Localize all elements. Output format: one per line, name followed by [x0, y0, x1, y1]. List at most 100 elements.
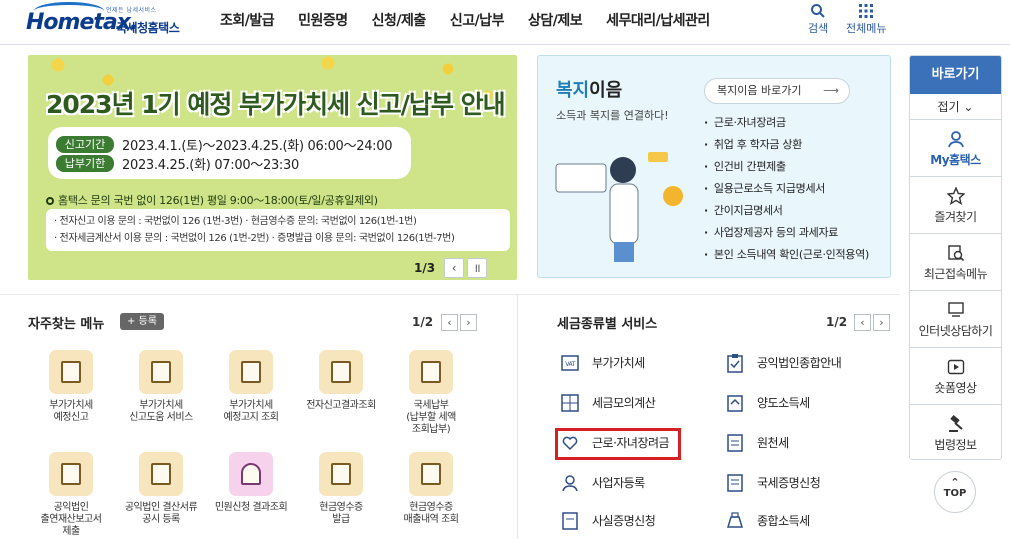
search-button[interactable]: 검색 — [808, 3, 828, 36]
tax-services-next-button[interactable]: › — [873, 314, 890, 331]
vat-icon: VAT — [561, 355, 579, 371]
banner-page-indicator: 1/3 — [414, 261, 436, 275]
welfare-item[interactable]: 일용근로소득 지급명세서 — [704, 178, 869, 200]
due-label: 납부기한 — [56, 155, 114, 172]
search-icon — [811, 4, 825, 18]
fav-item-vat-preliminary[interactable]: 부가가치세 예정신고 — [28, 350, 114, 424]
document-icon — [562, 512, 578, 530]
svg-text:VAT: VAT — [565, 361, 575, 368]
certificate-icon — [727, 474, 743, 492]
svc-income-tax[interactable]: 종합소득세 — [725, 510, 885, 532]
nav-item-filing[interactable]: 신고/납부 — [450, 10, 505, 30]
welfare-item[interactable]: 근로·자녀장려금 — [704, 112, 869, 134]
welfare-item[interactable]: 본인 소득내역 확인(근로·인적용역) — [704, 244, 869, 266]
user-icon — [947, 131, 964, 148]
banner-contact-box: · 전자신고 이용 문의 : 국번없이 126 (1번-3번) · 현금영수증 … — [46, 209, 510, 251]
grid-icon — [859, 4, 874, 18]
banner-prev-button[interactable]: ‹ — [444, 258, 465, 278]
receipt-icon — [409, 452, 453, 496]
main-nav: 조회/발급 민원증명 신청/제출 신고/납부 상담/제보 세무대리/납세관리 — [220, 10, 734, 30]
tax-services-prev-button[interactable]: ‹ — [854, 314, 871, 331]
svc-withholding-tax[interactable]: 원천세 — [725, 432, 885, 454]
welfare-item[interactable]: 간이지급명세서 — [704, 200, 869, 222]
tax-services-title: 세금종류별 서비스 — [557, 317, 658, 332]
welfare-item[interactable]: 인건비 간편제출 — [704, 156, 869, 178]
top-button[interactable]: ⌃ TOP — [934, 471, 976, 513]
svc-public-corp[interactable]: 공익법인종합안내 — [725, 352, 885, 374]
svc-tax-certificate[interactable]: 국세증명신청 — [725, 472, 885, 494]
quick-menu: 바로가기 접기 ⌄ My홈택스 즐겨찾기 최근접속메뉴 인터넷상담하기 숏폼영상… — [909, 55, 1002, 460]
document-icon — [139, 350, 183, 394]
quick-item-favorites[interactable]: 즐겨찾기 — [910, 177, 1001, 234]
fav-item-tax-payment[interactable]: 국세납부 (납부할 세액 조회납부) — [388, 350, 474, 436]
quick-item-law[interactable]: 법령정보 — [910, 405, 1001, 462]
house-document-icon — [727, 395, 743, 412]
welfare-go-button[interactable]: 복지이음 바로가기 ⟶ — [704, 78, 850, 104]
banner-title: 2023년 1기 예정 부가가치세 신고/납부 안내 — [46, 90, 506, 119]
quick-item-my-hometax[interactable]: My홈택스 — [910, 120, 1001, 177]
favorites-title: 자주찾는 메뉴 — [28, 317, 105, 332]
highlight-box — [555, 428, 681, 460]
column-divider — [517, 295, 518, 539]
favorites-next-button[interactable]: › — [460, 314, 477, 331]
nav-item-certificate[interactable]: 민원증명 — [298, 10, 348, 30]
person-icon — [562, 475, 578, 492]
fav-item-public-corp-report[interactable]: 공익법인 출연재산보고서 제출 — [28, 452, 114, 538]
money-bag-icon — [726, 512, 744, 528]
arrow-right-icon: ⟶ — [823, 84, 839, 97]
fav-item-cash-receipt-sales[interactable]: 현금영수증 매출내역 조회 — [388, 452, 474, 526]
fav-item-public-corp-settlement[interactable]: 공익법인 결산서류 공시 등록 — [118, 452, 204, 526]
period-value: 2023.4.1.(토)～2023.4.25.(화) 06:00～24:00 — [122, 139, 393, 154]
building-icon — [139, 452, 183, 496]
svc-transfer-tax[interactable]: 양도소득세 — [725, 392, 885, 414]
due-value: 2023.4.25.(화) 07:00～23:30 — [122, 158, 299, 173]
tax-services-pager: 1/2 — [826, 315, 848, 329]
hometax-logo[interactable]: 언제든 납세서비스 Hometax. 국세청홈택스 — [26, 2, 191, 42]
svc-fact-certificate[interactable]: 사실증명신청 — [560, 510, 720, 532]
contact-line: · 전자신고 이용 문의 : 국번없이 126 (1번-3번) · 현금영수증 … — [54, 216, 417, 227]
banner-period-panel: 신고기간 2023.4.1.(토)～2023.4.25.(화) 06:00～24… — [48, 127, 411, 179]
document-icon — [229, 350, 273, 394]
fav-item-petition-result[interactable]: 민원신청 결과조회 — [208, 452, 294, 514]
welfare-item[interactable]: 취업 후 학자금 상환 — [704, 134, 869, 156]
logo-kr-text: 국세청홈택스 — [116, 21, 180, 35]
section-divider — [0, 294, 900, 295]
quick-item-consult[interactable]: 인터넷상담하기 — [910, 291, 1001, 348]
clipboard-icon — [727, 354, 743, 373]
bullet-icon — [46, 197, 54, 205]
all-menu-button[interactable]: 전체메뉴 — [846, 3, 886, 36]
welfare-panel: 복지이음 소득과 복지를 연결하다! 복지이음 바로가기⟶ 근로·자녀장려금 취… — [537, 55, 891, 278]
svc-business-registration[interactable]: 사업자등록 — [560, 472, 720, 494]
svc-tax-simulation[interactable]: 세금모의계산 — [560, 392, 720, 414]
monitor-icon — [947, 302, 964, 317]
play-icon — [947, 359, 964, 375]
money-bag-icon — [409, 350, 453, 394]
register-button[interactable]: + 등록 — [120, 313, 164, 330]
fav-item-vat-notice[interactable]: 부가가치세 예정고지 조회 — [208, 350, 294, 424]
banner-pause-button[interactable]: ॥ — [467, 258, 488, 278]
svc-vat[interactable]: VAT 부가가치세 — [560, 352, 720, 374]
all-menu-label: 전체메뉴 — [846, 22, 887, 35]
document-icon — [727, 434, 743, 452]
headset-icon — [229, 452, 273, 496]
quick-item-recent[interactable]: 최근접속메뉴 — [910, 234, 1001, 291]
contact-line: · 전자세금계산서 이용 문의 : 국번없이 126 (1번-2번) · 증명발… — [54, 233, 455, 244]
search-label: 검색 — [808, 22, 829, 35]
welfare-item[interactable]: 사업장제공자 등의 과세자료 — [704, 222, 869, 244]
nav-item-tax-agent[interactable]: 세무대리/납세관리 — [606, 10, 710, 30]
nav-item-inquiry[interactable]: 조회/발급 — [220, 10, 275, 30]
calculator-icon — [561, 394, 579, 412]
receipt-icon — [319, 452, 363, 496]
quick-fold-button[interactable]: 접기 ⌄ — [910, 94, 1001, 120]
nav-item-application[interactable]: 신청/제출 — [372, 10, 427, 30]
nav-item-consult[interactable]: 상담/제보 — [528, 10, 583, 30]
document-search-icon — [319, 350, 363, 394]
fav-item-vat-help[interactable]: 부가가치세 신고도움 서비스 — [118, 350, 204, 424]
fav-item-filing-result[interactable]: 전자신고결과조회 — [298, 350, 384, 412]
building-icon — [49, 452, 93, 496]
quick-item-shortform[interactable]: 숏폼영상 — [910, 348, 1001, 405]
fav-item-cash-receipt-issue[interactable]: 현금영수증 발급 — [298, 452, 384, 526]
vat-banner[interactable]: 2023년 1기 예정 부가가치세 신고/납부 안내 신고기간 2023.4.1… — [28, 55, 517, 280]
favorites-prev-button[interactable]: ‹ — [441, 314, 458, 331]
favorites-pager: 1/2 — [412, 315, 434, 329]
